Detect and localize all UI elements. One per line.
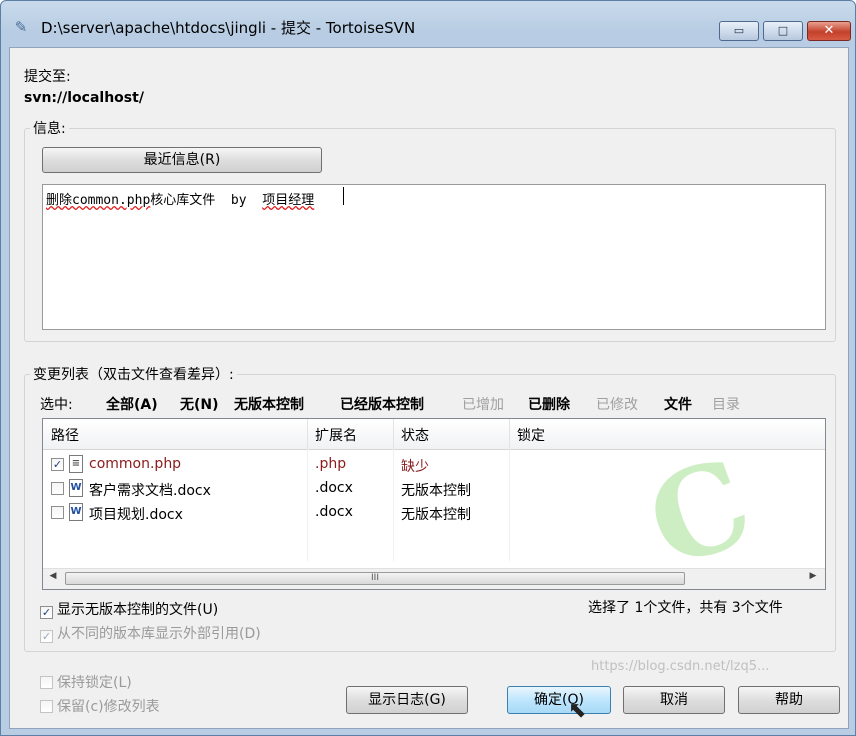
file-status: 无版本控制 [401,483,471,499]
column-header-extension[interactable]: 扩展名 [315,425,357,445]
table-row[interactable]: W 项目规划.docx .docx 无版本控制 [43,501,825,525]
selection-summary: 选择了 1个文件，共有 3个文件 [588,600,783,616]
window-title: D:\server\apache\htdocs\jingli - 提交 - To… [41,19,416,37]
cancel-button[interactable]: 取消 [623,686,725,714]
changes-group-label: 变更列表（双击文件查看差异）: [30,364,237,384]
checkbox-box: ✓ [40,630,53,643]
word-file-icon: W [69,479,83,497]
table-row[interactable]: W 客户需求文档.docx .docx 无版本控制 [43,477,825,501]
show-externals-checkbox: ✓ 从不同的版本库显示外部引用(D) [40,623,261,643]
file-status: 缺少 [401,459,429,475]
row-checkbox[interactable] [51,506,64,519]
message-text-part1: 删除common.php [46,193,151,208]
commit-message-text: 删除common.php核心库文件 by 项目经理 [46,189,314,208]
column-separator[interactable] [393,419,394,449]
commit-to-label: 提交至: [24,69,71,85]
maximize-button[interactable]: □ [763,21,803,41]
close-icon: ✕ [823,23,835,38]
message-group-label: 信息: [30,118,69,138]
url-watermark: https://blog.csdn.net/lzq5... [591,659,770,674]
file-path: 项目规划.docx [89,507,183,523]
table-row[interactable]: ✓ ≡ common.php .php 缺少 [43,453,825,477]
column-header-status[interactable]: 状态 [401,425,429,445]
select-directories-link: 目录 [712,397,740,413]
checkbox-box [40,676,53,689]
select-label: 选中: [40,397,73,413]
text-caret [343,187,344,205]
keep-locks-label: 保持锁定(L) [57,675,132,691]
column-header-lock[interactable]: 锁定 [517,425,545,445]
horizontal-scrollbar[interactable]: ◀ III ▶ [43,568,825,589]
keep-locks-checkbox: 保持锁定(L) [40,672,132,692]
minimize-icon: ▭ [733,24,745,37]
commit-message-textarea[interactable]: 删除common.php核心库文件 by 项目经理 [42,184,826,330]
message-text-part3: 项目经理 [262,193,315,208]
scroll-thumb[interactable]: III [65,572,685,585]
file-extension: .docx [315,480,353,496]
changes-file-list[interactable]: 路径 扩展名 状态 锁定 C ✓ ≡ common.php .php 缺少 W … [42,418,826,590]
keep-changelists-checkbox: 保留(c)修改列表 [40,696,160,716]
word-file-icon: W [69,503,83,521]
ok-button[interactable]: 确定(O) [507,686,611,714]
file-status: 无版本控制 [401,507,471,523]
file-extension: .php [315,456,347,472]
minimize-button[interactable]: ▭ [719,21,759,41]
php-file-icon: ≡ [69,455,83,473]
select-files-link[interactable]: 文件 [664,394,692,414]
commit-to-url: svn://localhost/ [24,90,144,106]
select-modified-link: 已修改 [596,397,638,413]
help-button[interactable]: 帮助 [738,686,840,714]
message-text-part2: 核心库文件 by [150,193,263,208]
select-added-link: 已增加 [462,397,504,413]
row-checkbox[interactable]: ✓ [51,458,64,471]
mouse-cursor-icon: ⬉ [568,698,587,723]
file-path: common.php [89,456,182,472]
recent-messages-button[interactable]: 最近信息(R) [42,147,322,173]
column-separator[interactable] [509,419,510,449]
select-all-link[interactable]: 全部(A) [106,394,158,414]
column-header-path[interactable]: 路径 [51,425,79,445]
select-unversioned-link[interactable]: 无版本控制 [234,394,304,414]
tortoisesvn-app-icon: ✎ [14,18,28,36]
title-bar[interactable]: ✎ D:\server\apache\htdocs\jingli - 提交 - … [1,1,855,47]
file-extension: .docx [315,504,353,520]
show-unversioned-checkbox[interactable]: ✓ 显示无版本控制的文件(U) [40,599,218,619]
scroll-left-icon[interactable]: ◀ [45,571,61,581]
column-separator[interactable] [307,419,308,449]
commit-dialog-window: ✎ D:\server\apache\htdocs\jingli - 提交 - … [0,0,856,736]
keep-changelists-label: 保留(c)修改列表 [57,699,160,715]
row-checkbox[interactable] [51,482,64,495]
show-log-button[interactable]: 显示日志(G) [346,686,468,714]
show-unversioned-label: 显示无版本控制的文件(U) [57,602,219,618]
maximize-icon: □ [777,24,789,37]
file-path: 客户需求文档.docx [89,483,211,499]
checkbox-box [40,700,53,713]
select-none-link[interactable]: 无(N) [180,394,219,414]
close-button[interactable]: ✕ [807,21,851,41]
select-deleted-link[interactable]: 已删除 [528,394,570,414]
checkbox-box[interactable]: ✓ [40,606,53,619]
scroll-right-icon[interactable]: ▶ [805,571,821,581]
show-externals-label: 从不同的版本库显示外部引用(D) [57,626,261,642]
dialog-client-area: 提交至: svn://localhost/ 信息: 最近信息(R) 删除comm… [9,47,849,729]
select-versioned-link[interactable]: 已经版本控制 [340,394,424,414]
